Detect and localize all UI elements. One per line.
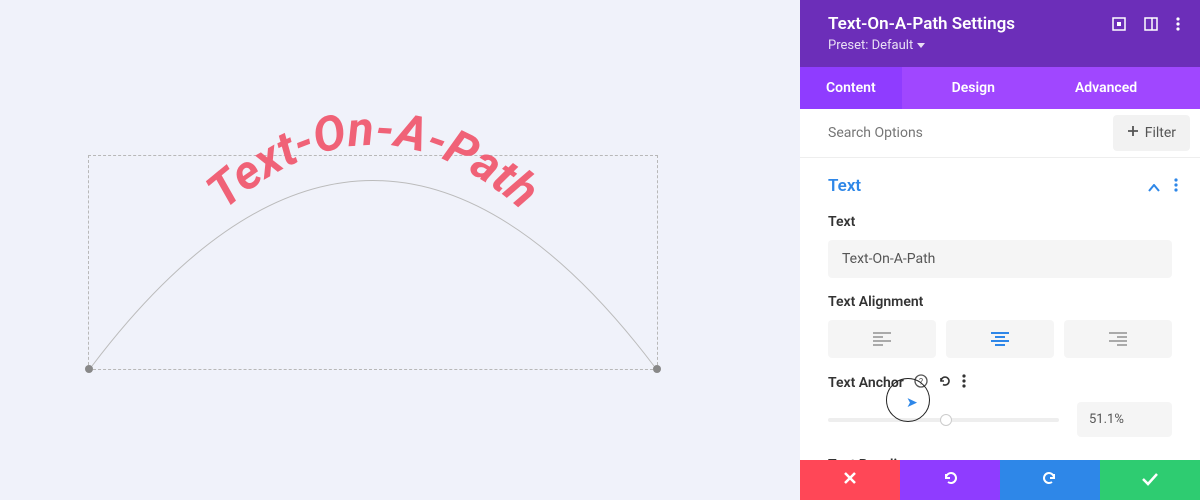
canvas-area[interactable]: Text-On-A-Path (0, 0, 800, 500)
anchor-slider[interactable] (828, 412, 1059, 428)
preset-label: Preset: Default (828, 38, 913, 53)
align-center-button[interactable] (946, 320, 1054, 358)
filter-button[interactable]: Filter (1113, 115, 1190, 151)
section-more-icon[interactable] (1174, 177, 1178, 196)
redo-icon (1041, 469, 1059, 491)
curved-text: Text-On-A-Path (88, 95, 658, 355)
layout-icon[interactable] (1144, 17, 1158, 31)
section-title: Text (828, 176, 861, 196)
field-anchor: Text Anchor ? 51 (800, 366, 1200, 445)
resize-handle-bl[interactable] (85, 365, 93, 373)
search-input[interactable] (800, 112, 1113, 154)
tab-content[interactable]: Content (800, 67, 902, 109)
field-baseline-label: Text Baseline (800, 445, 1200, 460)
check-icon (1141, 471, 1159, 490)
panel-title: Text-On-A-Path Settings (828, 14, 1015, 34)
section-text-header[interactable]: Text (800, 158, 1200, 206)
resize-handle-br[interactable] (653, 365, 661, 373)
filter-label: Filter (1145, 125, 1176, 141)
text-label: Text (828, 214, 1172, 230)
align-right-button[interactable] (1064, 320, 1172, 358)
search-row: Filter (800, 109, 1200, 158)
undo-icon (941, 469, 959, 491)
plus-icon (1127, 125, 1139, 141)
focus-icon[interactable] (1112, 17, 1126, 31)
alignment-label: Text Alignment (828, 294, 1172, 310)
panel-body: Text Text Text Alignment (800, 158, 1200, 460)
chevron-down-icon (917, 38, 925, 53)
anchor-value[interactable]: 51.1% (1077, 402, 1172, 437)
chevron-up-icon[interactable] (1148, 177, 1160, 196)
reset-icon[interactable] (938, 374, 952, 392)
close-icon (842, 470, 858, 490)
field-text: Text (800, 206, 1200, 286)
undo-button[interactable] (900, 460, 1000, 500)
help-icon[interactable]: ? (914, 374, 928, 392)
slider-thumb[interactable] (940, 414, 952, 426)
svg-text:?: ? (919, 378, 923, 388)
tabs: Content Design Advanced (800, 67, 1200, 109)
svg-text:Text-On-A-Path: Text-On-A-Path (196, 100, 551, 220)
tab-design[interactable]: Design (926, 67, 1021, 109)
panel-header: Text-On-A-Path Settings Preset: Default (800, 0, 1200, 67)
confirm-button[interactable] (1100, 460, 1200, 500)
align-left-button[interactable] (828, 320, 936, 358)
bottom-actions (800, 460, 1200, 500)
tab-advanced[interactable]: Advanced (1049, 67, 1163, 109)
redo-button[interactable] (1000, 460, 1100, 500)
more-icon[interactable] (1176, 17, 1180, 31)
settings-panel: Text-On-A-Path Settings Preset: Default … (800, 0, 1200, 500)
preset-selector[interactable]: Preset: Default (828, 38, 925, 53)
cancel-button[interactable] (800, 460, 900, 500)
anchor-label: Text Anchor (828, 375, 904, 391)
field-alignment: Text Alignment (800, 286, 1200, 366)
text-input[interactable] (828, 240, 1172, 278)
field-more-icon[interactable] (962, 374, 966, 392)
